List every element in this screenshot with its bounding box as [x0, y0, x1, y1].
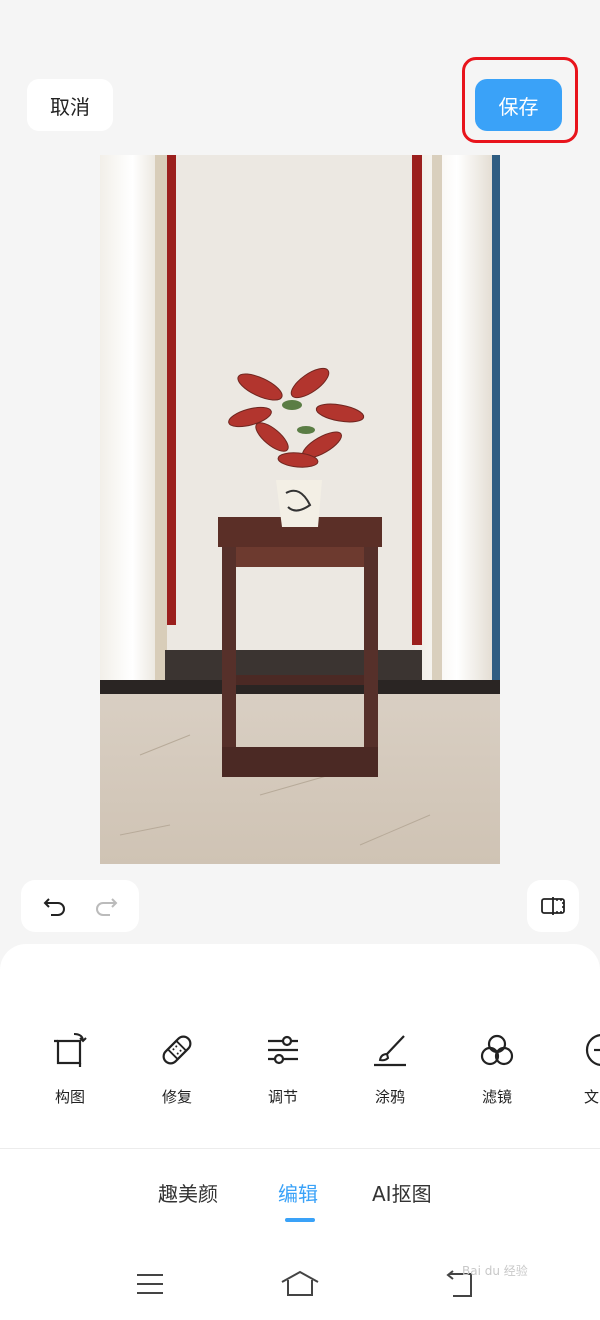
tool-adjust[interactable]: 调节: [243, 1028, 323, 1107]
compare-icon: [538, 891, 568, 921]
edited-photo[interactable]: [100, 155, 500, 864]
baidu-watermark: Bai du 经验: [462, 1264, 528, 1278]
history-controls: [21, 880, 139, 932]
sliders-icon: [243, 1028, 323, 1072]
panel-divider: [0, 1148, 600, 1149]
bandage-icon: [137, 1028, 217, 1072]
menu-icon[interactable]: [130, 1266, 170, 1302]
tool-label: 涂鸦: [374, 1088, 405, 1106]
tool-text[interactable]: 文: [560, 1028, 600, 1107]
tool-doodle[interactable]: 涂鸦: [350, 1028, 430, 1107]
save-button[interactable]: 保存: [475, 79, 562, 131]
undo-icon[interactable]: [40, 891, 70, 921]
tool-label: 修复: [161, 1088, 192, 1106]
tool-label: 滤镜: [481, 1088, 512, 1106]
compare-button[interactable]: [527, 880, 579, 932]
tab-edit[interactable]: 编辑: [278, 1178, 318, 1207]
home-icon[interactable]: [280, 1266, 320, 1302]
filter-circles-icon: [457, 1028, 537, 1072]
cancel-button[interactable]: 取消: [27, 79, 113, 131]
tab-ai-cutout[interactable]: AI抠图: [372, 1178, 432, 1207]
tab-beauty[interactable]: 趣美颜: [158, 1178, 218, 1207]
text-icon: [584, 1028, 600, 1072]
redo-icon[interactable]: [91, 891, 121, 921]
tool-crop[interactable]: 构图: [30, 1028, 110, 1107]
tool-repair[interactable]: 修复: [137, 1028, 217, 1107]
tool-filter[interactable]: 滤镜: [457, 1028, 537, 1107]
tool-label: 文: [584, 1088, 600, 1106]
active-tab-indicator: [285, 1218, 315, 1222]
tool-label: 构图: [54, 1088, 85, 1106]
photo-illustration: [100, 155, 500, 864]
crop-rotate-icon: [30, 1028, 110, 1072]
tool-label: 调节: [267, 1088, 298, 1106]
brush-icon: [350, 1028, 430, 1072]
